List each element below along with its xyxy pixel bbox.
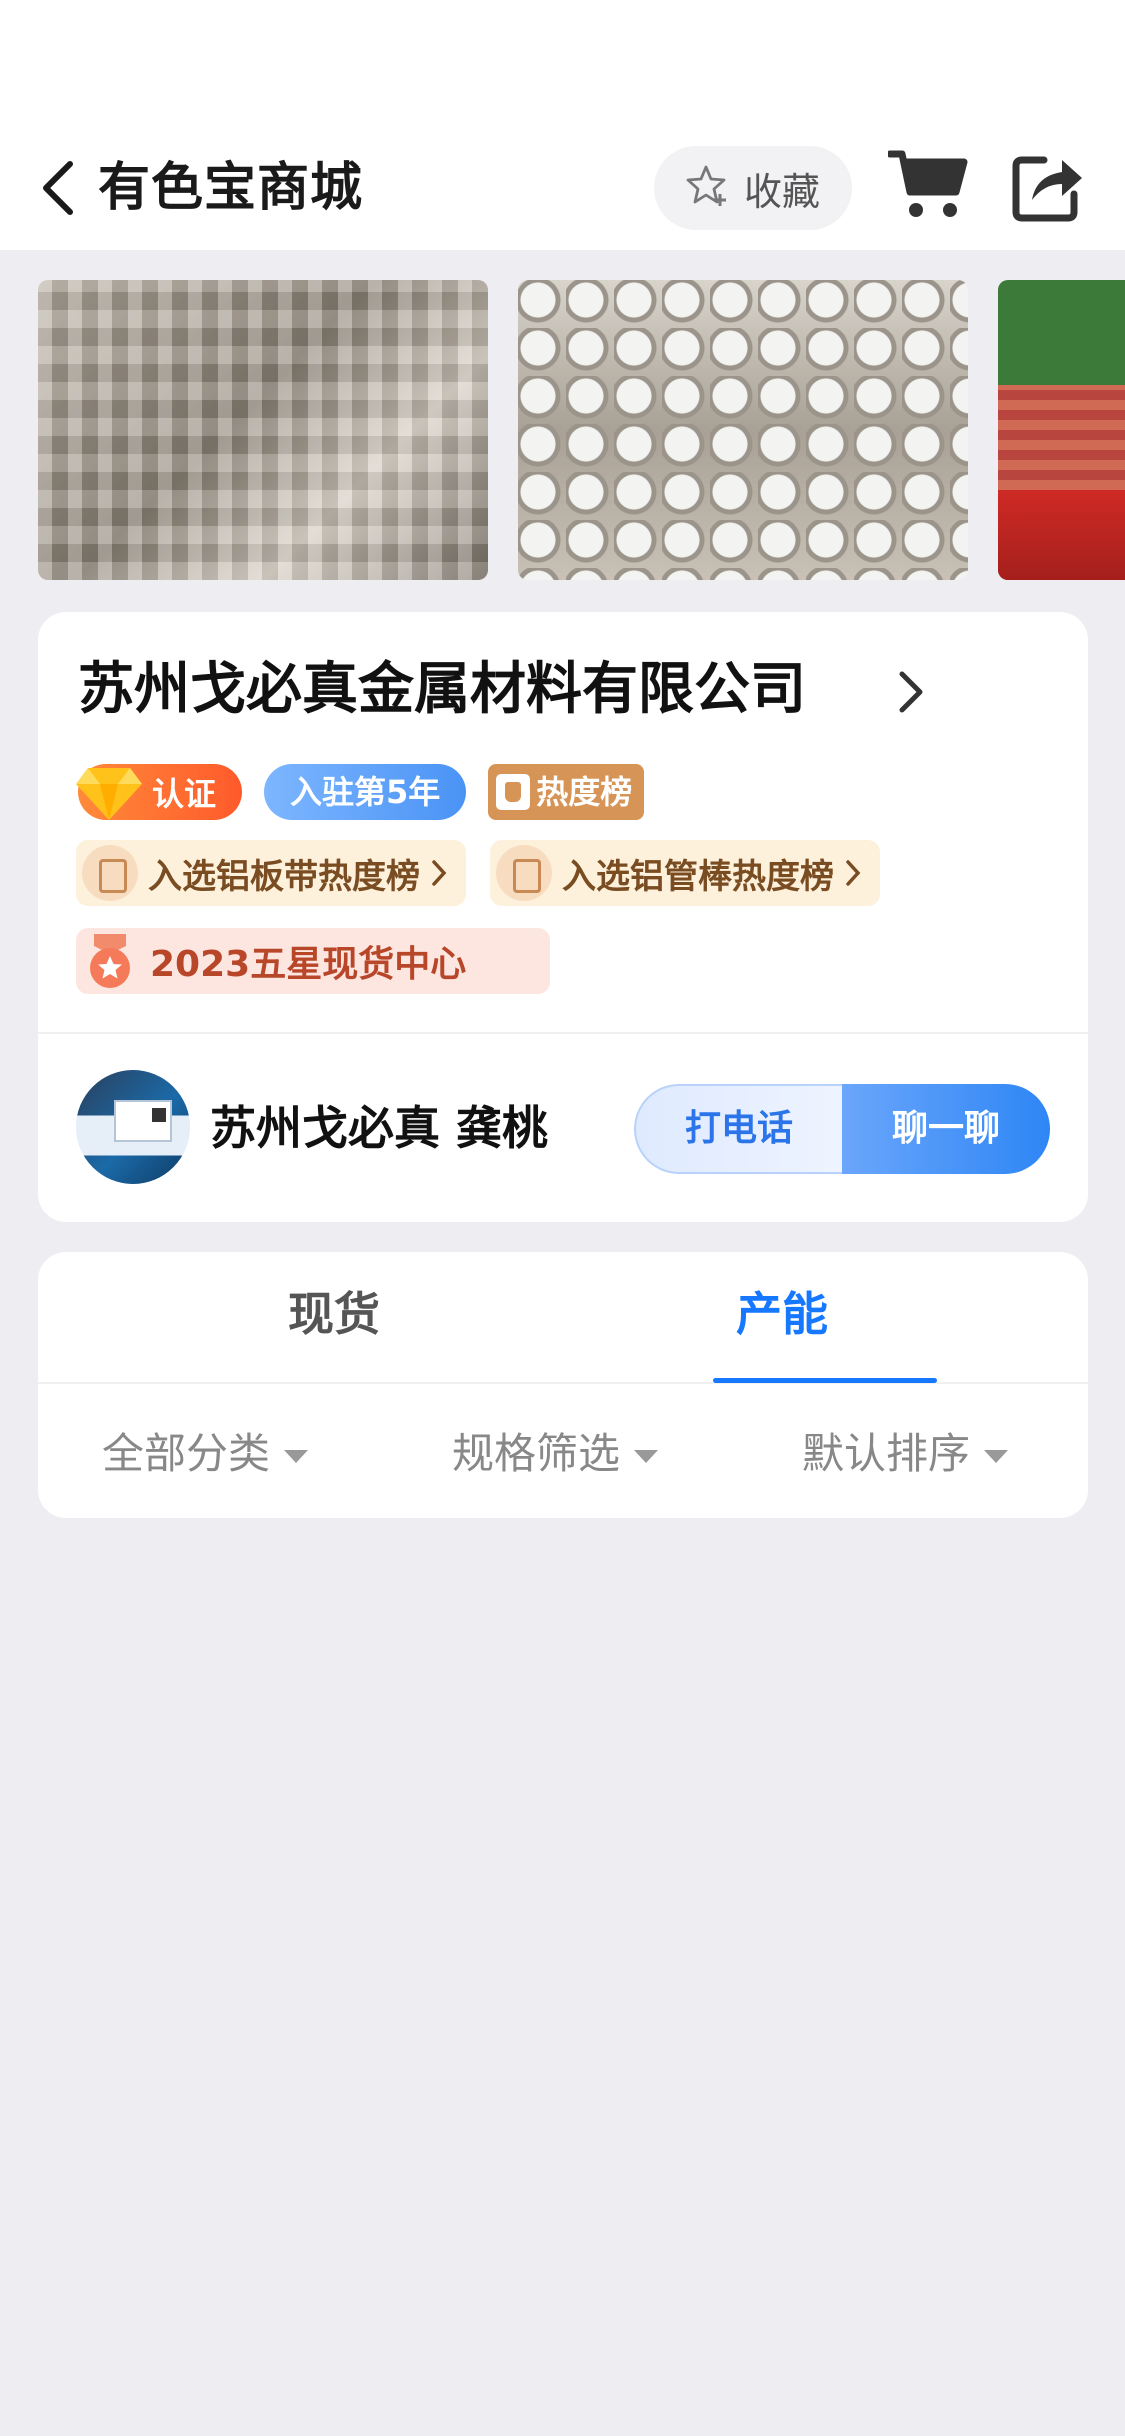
filter-label: 规格筛选: [452, 1429, 621, 1478]
filter-spec[interactable]: 规格筛选: [452, 1424, 659, 1484]
warehouse-photo-aluminum-rods[interactable]: [518, 280, 968, 580]
top-navigation-bar: 有色宝商城 收藏: [0, 0, 1125, 250]
diamond-icon: [74, 762, 144, 822]
filter-sort[interactable]: 默认排序: [802, 1424, 1009, 1484]
ranking-medal-icon: [82, 845, 138, 901]
tab-spot-goods[interactable]: 现货: [224, 1282, 444, 1346]
filter-label: 全部分类: [102, 1429, 271, 1478]
tab-capacity[interactable]: 产能: [672, 1282, 892, 1346]
favorite-button[interactable]: 收藏: [654, 146, 852, 230]
award-badge: 2023五星现货中心: [76, 928, 550, 994]
star-plus-icon: [686, 164, 730, 212]
company-name[interactable]: 苏州戈必真金属材料有限公司: [78, 650, 806, 730]
chevron-right-icon[interactable]: [896, 670, 926, 714]
truck-delivery-photo[interactable]: [998, 280, 1125, 580]
filter-label: 默认排序: [802, 1429, 971, 1478]
ranking-label: 入选铝板带热度榜: [148, 856, 420, 897]
back-arrow-icon[interactable]: [38, 158, 78, 218]
ranking-pill-plate[interactable]: 入选铝板带热度榜: [76, 840, 466, 906]
ranking-pill-tube[interactable]: 入选铝管棒热度榜: [490, 840, 880, 906]
hot-ranking-badge[interactable]: 热度榜: [488, 764, 645, 820]
page-title: 有色宝商城: [98, 158, 364, 218]
shopping-cart-icon[interactable]: [886, 148, 970, 222]
contact-avatar[interactable]: [76, 1070, 190, 1184]
contact-actions: 打电话 聊一聊: [634, 1084, 1050, 1174]
ranking-list: 入选铝板带热度榜 入选铝管棒热度榜: [76, 840, 880, 906]
caret-down-icon: [984, 1449, 1009, 1463]
product-tabs-card: 现货 产能 全部分类 规格筛选 默认排序: [38, 1252, 1088, 1518]
ranking-medal-icon: [496, 845, 552, 901]
contact-name: 苏州戈必真 龚桃: [210, 1101, 549, 1155]
hot-ranking-label: 热度榜: [536, 773, 633, 811]
chevron-right-icon: [430, 859, 448, 887]
product-photo-gallery[interactable]: [0, 280, 1125, 580]
divider: [38, 1032, 1088, 1034]
caret-down-icon: [634, 1449, 659, 1463]
ranking-label: 入选铝管棒热度榜: [562, 856, 834, 897]
call-button[interactable]: 打电话: [634, 1084, 842, 1174]
company-info-card: 苏州戈必真金属材料有限公司 认证 入驻第5年 热度榜 入选铝板带热度榜 入选铝管…: [38, 612, 1088, 1222]
badge-row: 认证 入驻第5年 热度榜: [76, 764, 645, 820]
certified-label: 认证: [152, 775, 217, 813]
star-medal-icon: [84, 932, 136, 990]
years-badge: 入驻第5年: [264, 764, 467, 820]
chevron-right-icon: [844, 859, 862, 887]
ranking-icon: [496, 774, 531, 810]
favorite-label: 收藏: [743, 169, 820, 214]
filter-category[interactable]: 全部分类: [102, 1424, 309, 1484]
caret-down-icon: [284, 1449, 309, 1463]
warehouse-photo-aluminum-bars[interactable]: [38, 280, 488, 580]
chat-button[interactable]: 聊一聊: [842, 1084, 1050, 1174]
share-icon[interactable]: [1010, 150, 1086, 222]
certified-badge: 认证: [76, 764, 242, 820]
active-tab-indicator: [713, 1378, 937, 1383]
award-label: 2023五星现货中心: [150, 944, 467, 985]
